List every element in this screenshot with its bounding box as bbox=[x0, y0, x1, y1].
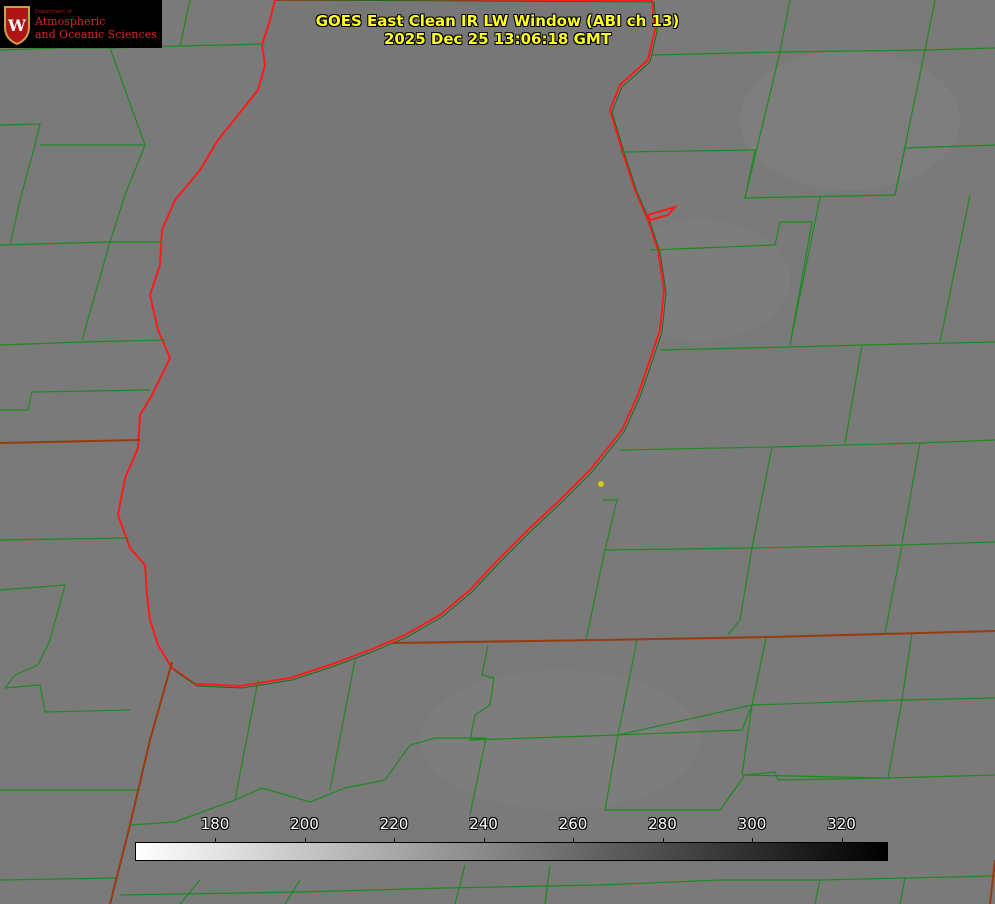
satellite-map bbox=[0, 0, 995, 904]
title-line-2: 2025 Dec 25 13:06:18 GMT bbox=[383, 30, 612, 48]
title-line-1: GOES East Clean IR LW Window (ABI ch 13) bbox=[315, 12, 680, 30]
location-marker bbox=[598, 481, 604, 487]
image-title: GOES East Clean IR LW Window (ABI ch 13)… bbox=[0, 12, 995, 48]
